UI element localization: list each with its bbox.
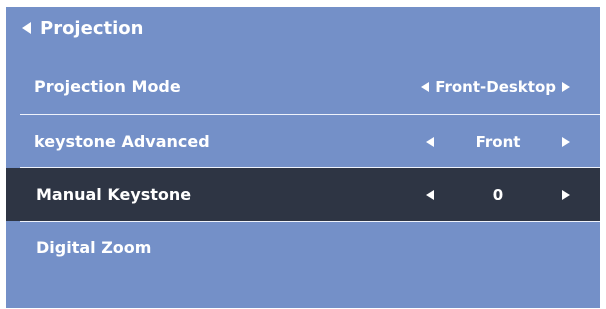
menu-title: Projection [40,17,144,39]
left-arrow-icon[interactable] [426,136,434,147]
back-arrow-icon[interactable] [22,22,31,34]
projection-mode-selector[interactable]: Front-Desktop [421,60,570,113]
menu-row-label: Digital Zoom [36,238,152,257]
menu-row-value: 0 [492,185,504,204]
menu-row-label: Projection Mode [34,77,181,96]
menu-row-manual-keystone[interactable]: Manual Keystone 0 [6,168,600,221]
right-arrow-icon[interactable] [562,189,570,200]
projection-menu-panel: Projection Projection Mode Front-Desktop… [6,7,600,308]
keystone-advanced-selector[interactable]: Front [426,115,570,168]
right-arrow-icon[interactable] [562,81,570,92]
left-arrow-icon[interactable] [421,81,430,92]
menu-row-value: Front [475,132,521,151]
manual-keystone-selector[interactable]: 0 [426,168,570,221]
menu-row-label: Manual Keystone [36,185,192,204]
right-arrow-icon[interactable] [562,136,570,147]
menu-header[interactable]: Projection [22,16,143,40]
menu-row-value: Front-Desktop [435,77,556,96]
menu-row-projection-mode[interactable]: Projection Mode Front-Desktop [6,60,600,113]
left-arrow-icon[interactable] [426,189,434,200]
menu-row-label: keystone Advanced [34,132,210,151]
menu-row-keystone-advanced[interactable]: keystone Advanced Front [6,115,600,168]
menu-row-digital-zoom[interactable]: Digital Zoom [6,221,600,274]
